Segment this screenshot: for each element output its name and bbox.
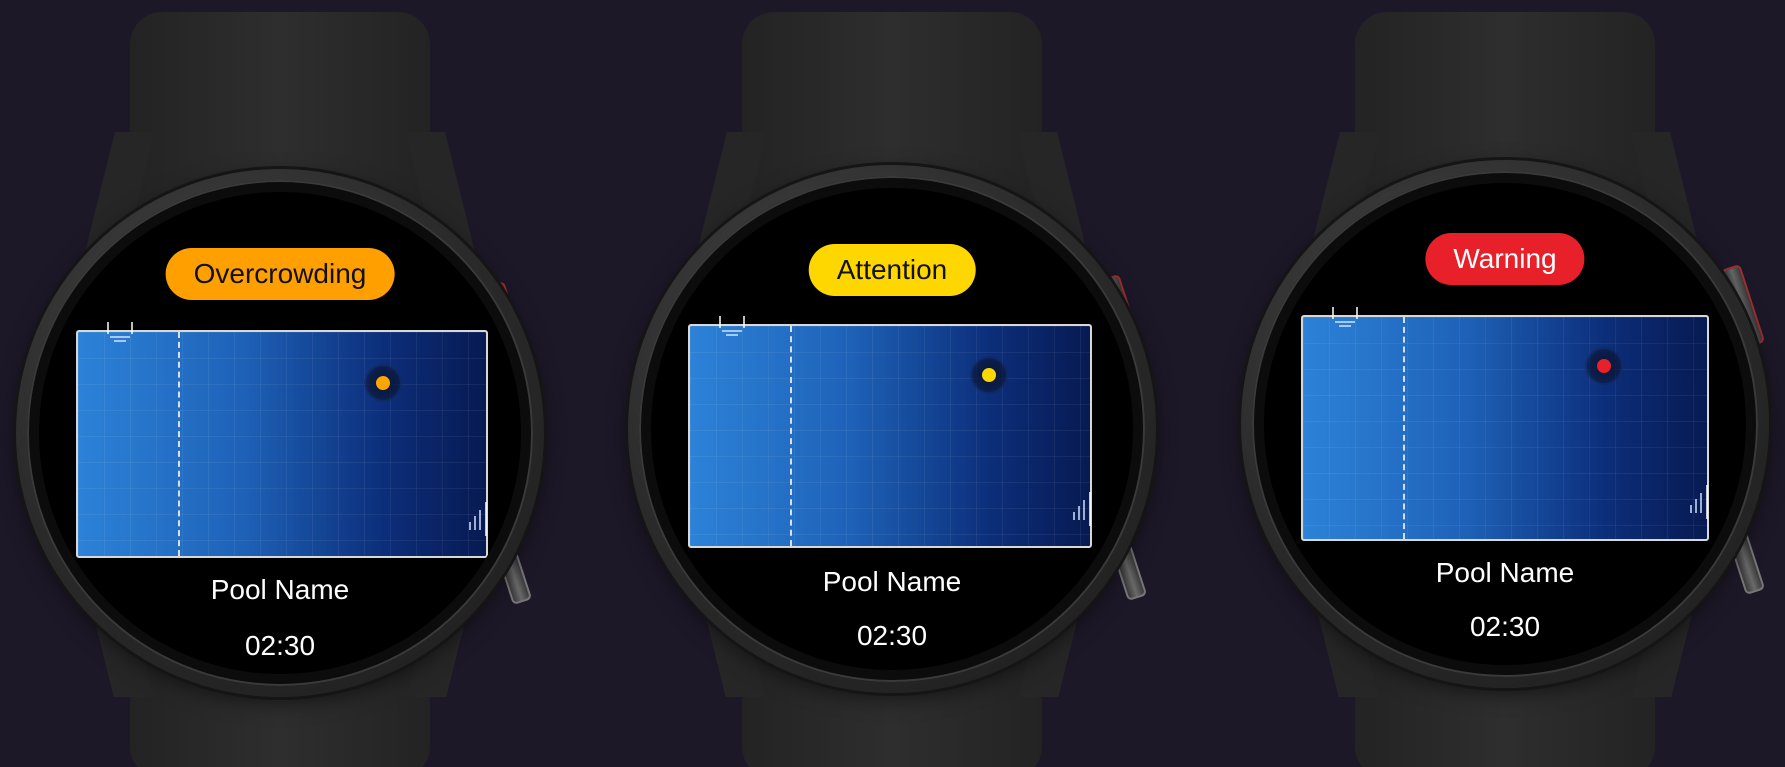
location-dot [982, 368, 996, 382]
watch-bezel: Warning Pool Name 02:30 [1252, 171, 1758, 677]
lane-divider [1403, 317, 1405, 539]
pool-ladder-icon [1332, 307, 1358, 327]
pool-ladder-icon [719, 316, 745, 336]
status-badge: Overcrowding [165, 248, 395, 300]
pool-ladder-icon [107, 322, 133, 342]
timer-display: 02:30 [1469, 611, 1541, 642]
watch-bezel: Attention Pool Name 02:30 [639, 176, 1145, 682]
watch-warning: Warning Pool Name 02:30 [1225, 0, 1785, 767]
pool-name: Pool Name [1435, 557, 1575, 588]
swimmer-location-icon[interactable] [1587, 349, 1621, 383]
swimmer-location-icon[interactable] [972, 358, 1006, 392]
watch-screen: Attention Pool Name 02:30 [651, 188, 1133, 670]
watch-case: Warning Pool Name 02:30 [1241, 160, 1769, 688]
lane-divider [790, 326, 792, 546]
timer-display: 02:30 [856, 620, 928, 651]
watch-overcrowding: Overcrowding Pool Name 02:30 [0, 0, 560, 767]
pool-name: Pool Name [210, 574, 350, 605]
swimmer-location-icon[interactable] [366, 366, 400, 400]
watch-bezel: Overcrowding Pool Name 02:30 [27, 180, 533, 686]
location-dot [1597, 359, 1611, 373]
watch-screen: Overcrowding Pool Name 02:30 [39, 192, 521, 674]
watch-mockups: Overcrowding Pool Name 02:30 Attention P… [0, 0, 1785, 767]
pool-steps-icon [469, 502, 487, 536]
watch-case: Overcrowding Pool Name 02:30 [16, 169, 544, 697]
pool-name: Pool Name [822, 566, 962, 597]
timer-display: 02:30 [244, 630, 316, 661]
location-dot [376, 376, 390, 390]
pool-map[interactable] [688, 316, 1092, 548]
status-badge: Warning [1425, 233, 1585, 285]
pool-map[interactable] [76, 322, 488, 558]
status-badge: Attention [808, 244, 976, 296]
pool-steps-icon [1073, 492, 1091, 526]
pool-map[interactable] [1301, 307, 1709, 541]
pool-steps-icon [1690, 485, 1708, 519]
lane-divider [178, 332, 180, 556]
watch-case: Attention Pool Name 02:30 [628, 165, 1156, 693]
watch-screen: Warning Pool Name 02:30 [1264, 183, 1746, 665]
watch-attention: Attention Pool Name 02:30 [612, 0, 1172, 767]
